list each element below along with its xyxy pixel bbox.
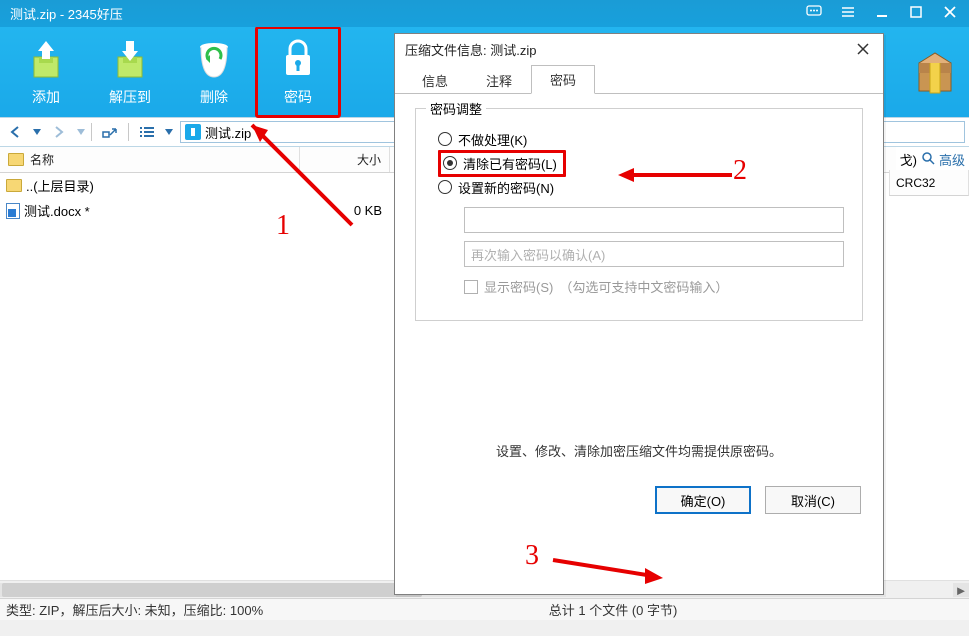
show-password-label: 显示密码(S) [484, 277, 553, 296]
status-mid: 总计 1 个文件 (0 字节) [263, 600, 963, 619]
advanced-link[interactable]: 高级 [939, 150, 965, 169]
annotation-arrow-3 [545, 552, 675, 586]
tab-password[interactable]: 密码 [531, 65, 595, 94]
col-crc-label: CRC32 [896, 176, 935, 190]
password-dialog: 压缩文件信息: 测试.zip 信息 注释 密码 密码调整 不做处理(K) 清除已… [394, 33, 884, 595]
delete-label: 删除 [200, 87, 228, 107]
add-icon [22, 37, 70, 81]
add-button[interactable]: 添加 [4, 27, 88, 117]
forward-dropdown[interactable] [74, 129, 88, 135]
window-controls [797, 0, 967, 24]
status-left: 类型: ZIP，解压后大小: 未知，压缩比: 100% [6, 600, 263, 619]
dialog-buttons: 确定(O) 取消(C) [395, 470, 883, 530]
annotation-1: 1 [276, 210, 290, 242]
menu-icon[interactable] [831, 0, 865, 24]
col-name-label: 名称 [30, 151, 54, 168]
trash-icon [190, 37, 238, 81]
password-confirm-field[interactable]: 再次输入密码以确认(A) [464, 241, 844, 267]
dialog-tabs: 信息 注释 密码 [395, 64, 883, 94]
dialog-close-button[interactable] [853, 39, 873, 59]
view-button[interactable] [132, 118, 162, 146]
up-button[interactable] [95, 118, 125, 146]
minimize-button[interactable] [865, 0, 899, 24]
cancel-button[interactable]: 取消(C) [765, 486, 861, 514]
show-password-hint: （勾选可支持中文密码输入） [559, 277, 728, 296]
lock-icon [274, 37, 322, 81]
radio-icon [443, 156, 457, 170]
radio-icon [438, 132, 452, 146]
annotation-2: 2 [733, 155, 747, 187]
scroll-thumb[interactable] [2, 583, 422, 597]
view-dropdown[interactable] [162, 129, 176, 135]
annotation-arrow-1 [232, 110, 372, 230]
search-hint-partial: 戈) [900, 150, 917, 169]
radio-none[interactable]: 不做处理(K) [438, 127, 840, 151]
extract-label: 解压到 [109, 87, 151, 107]
password-button[interactable]: 密码 [256, 27, 340, 117]
extract-icon [106, 37, 154, 81]
close-button[interactable] [933, 0, 967, 24]
dialog-titlebar: 压缩文件信息: 测试.zip [395, 34, 883, 64]
brand-icon [905, 27, 965, 117]
forward-button[interactable] [44, 118, 74, 146]
radio-clear-label: 清除已有密码(L) [463, 154, 557, 173]
password-label: 密码 [284, 87, 312, 107]
dialog-note: 设置、修改、清除加密压缩文件均需提供原密码。 [415, 441, 863, 460]
maximize-button[interactable] [899, 0, 933, 24]
scroll-right-arrow[interactable]: ► [953, 583, 969, 597]
add-label: 添加 [32, 87, 60, 107]
radio-icon [438, 180, 452, 194]
search-area: 戈) 高级 [896, 147, 969, 171]
password-field[interactable] [464, 207, 844, 233]
ok-button[interactable]: 确定(O) [655, 486, 751, 514]
group-legend: 密码调整 [426, 99, 486, 118]
row-name: 测试.docx * [24, 201, 90, 220]
docx-icon [6, 203, 20, 219]
back-dropdown[interactable] [30, 129, 44, 135]
folder-icon [6, 179, 22, 192]
window-title: 测试.zip - 2345好压 [10, 4, 123, 23]
annotation-arrow-2 [612, 162, 742, 188]
folder-header-icon [8, 153, 24, 166]
col-crc[interactable]: CRC32 [889, 170, 969, 196]
chat-icon[interactable] [797, 0, 831, 24]
delete-button[interactable]: 删除 [172, 27, 256, 117]
show-password-checkbox[interactable] [464, 280, 478, 294]
annotation-3: 3 [525, 540, 539, 572]
status-bar: 类型: ZIP，解压后大小: 未知，压缩比: 100% 总计 1 个文件 (0 … [0, 598, 969, 620]
back-button[interactable] [0, 118, 30, 146]
dialog-body: 密码调整 不做处理(K) 清除已有密码(L) 设置新的密码(N) 再次输入密码以… [395, 94, 883, 470]
dialog-title: 压缩文件信息: 测试.zip [405, 40, 536, 59]
search-icon[interactable] [921, 151, 935, 168]
tab-info[interactable]: 信息 [403, 65, 467, 94]
row-name: ..(上层目录) [26, 176, 94, 195]
tab-comment[interactable]: 注释 [467, 65, 531, 94]
radio-set-label: 设置新的密码(N) [458, 178, 554, 197]
radio-none-label: 不做处理(K) [458, 130, 527, 149]
password-group: 密码调整 不做处理(K) 清除已有密码(L) 设置新的密码(N) 再次输入密码以… [415, 108, 863, 321]
titlebar: 测试.zip - 2345好压 [0, 0, 969, 27]
zip-file-icon [185, 124, 201, 140]
extract-button[interactable]: 解压到 [88, 27, 172, 117]
